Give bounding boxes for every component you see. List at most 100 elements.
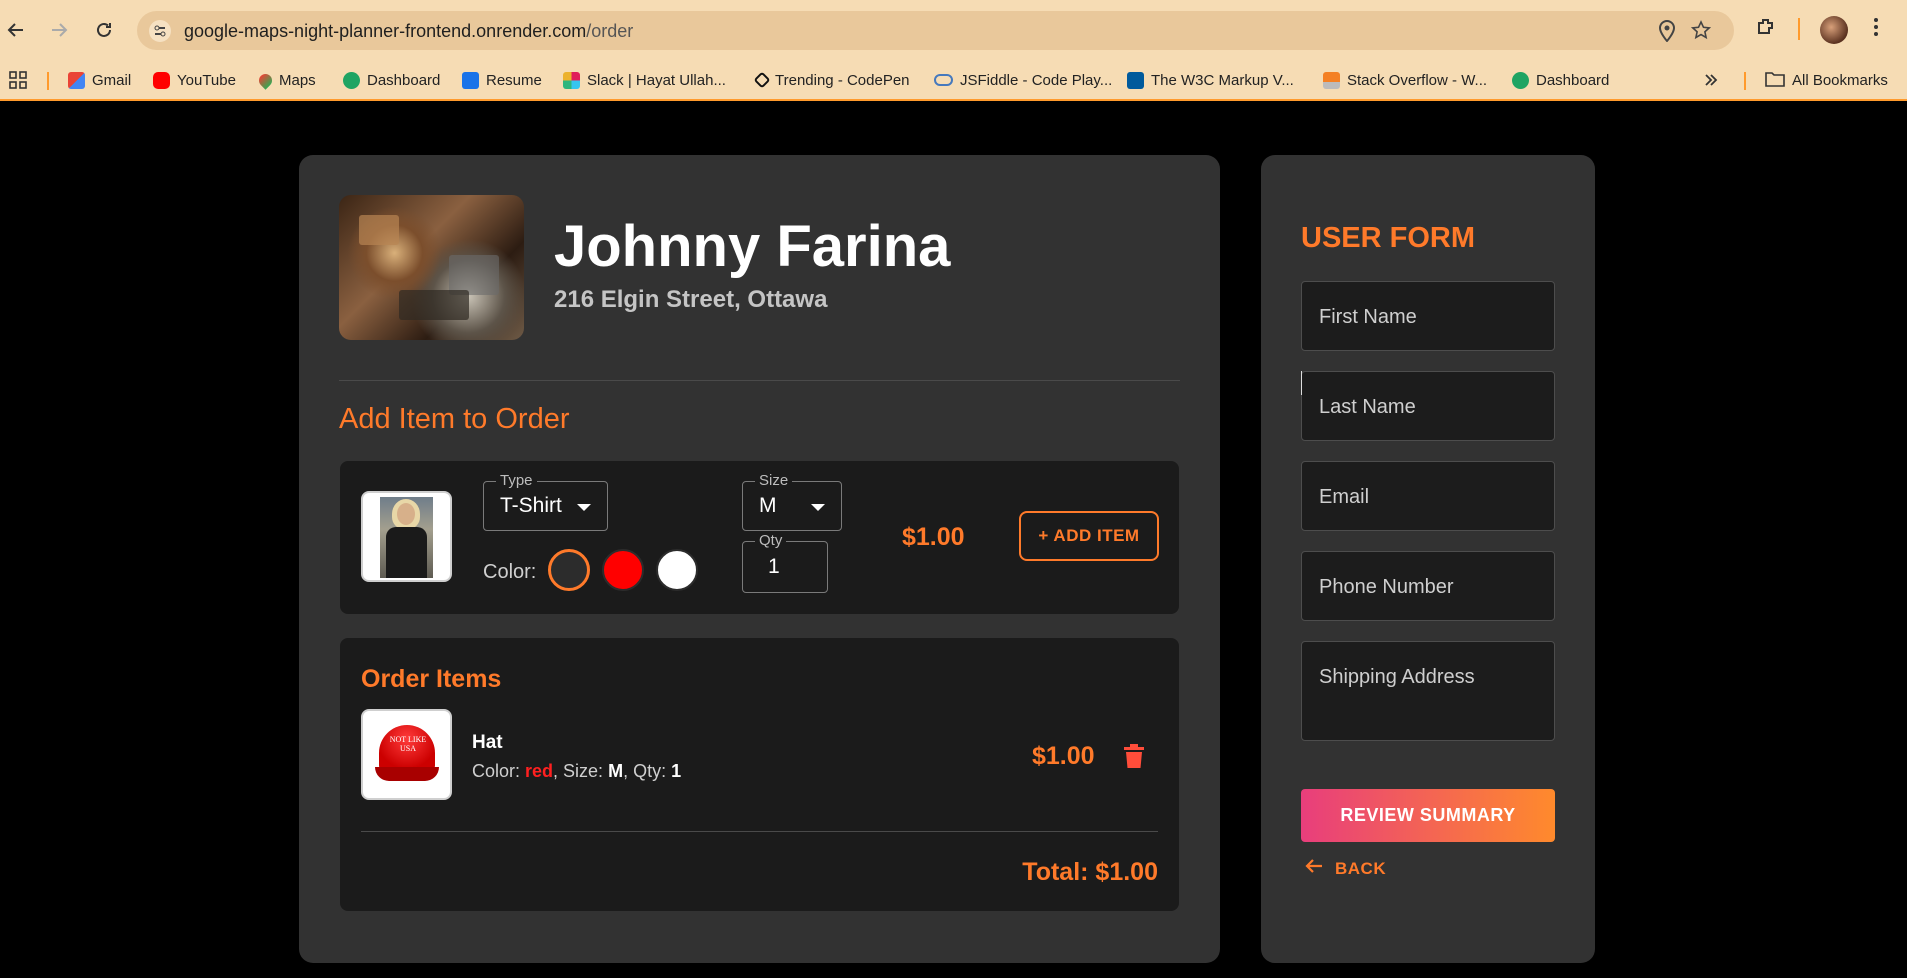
jsfiddle-cloud-icon — [934, 74, 953, 86]
bookmark-label: JSFiddle - Code Play... — [960, 71, 1113, 89]
dashboard-icon — [343, 71, 360, 89]
all-bookmarks[interactable]: All Bookmarks — [1765, 69, 1888, 91]
address-placeholder: Shipping Address — [1319, 666, 1475, 688]
url-path: /order — [586, 21, 634, 41]
bookmark-codepen[interactable]: Trending - CodePen — [753, 69, 910, 91]
first-name-field[interactable]: First Name — [1301, 281, 1555, 351]
bookmark-label: Gmail — [92, 71, 132, 89]
bookmark-jsfiddle[interactable]: JSFiddle - Code Play... — [934, 69, 1112, 91]
color-swatch-dark[interactable] — [548, 549, 590, 591]
shipping-address-field[interactable]: Shipping Address — [1301, 641, 1555, 741]
bookmark-divider — [47, 72, 49, 90]
color-swatch-red[interactable] — [602, 549, 644, 591]
user-form-title: USER FORM — [1301, 222, 1475, 254]
folder-icon — [1765, 70, 1785, 91]
store-address: 216 Elgin Street, Ottawa — [554, 286, 828, 313]
size-legend: Size — [755, 472, 793, 489]
w3c-icon — [1127, 71, 1144, 89]
size-value: M — [759, 494, 777, 517]
item-size-value: M — [608, 761, 624, 781]
size-select[interactable]: Size M — [742, 472, 842, 531]
bookmark-maps[interactable]: Maps — [256, 69, 316, 91]
review-summary-button[interactable]: REVIEW SUMMARY — [1301, 789, 1555, 842]
bookmark-label: YouTube — [177, 71, 236, 89]
color-label: Color: — [483, 561, 537, 583]
header-divider — [339, 380, 1180, 381]
bookmark-label: Maps — [279, 71, 316, 89]
url-text: google-maps-night-planner-frontend.onren… — [184, 21, 633, 42]
phone-field[interactable]: Phone Number — [1301, 551, 1555, 621]
bookmark-stackoverflow[interactable]: Stack Overflow - W... — [1323, 69, 1487, 91]
site-info-icon[interactable] — [149, 20, 171, 42]
bookmark-w3c[interactable]: The W3C Markup V... — [1127, 69, 1294, 91]
resume-icon — [462, 71, 479, 89]
bookmark-youtube[interactable]: YouTube — [153, 69, 236, 91]
menu-kebab-icon[interactable] — [1872, 16, 1880, 44]
browser-toolbar: google-maps-night-planner-frontend.onren… — [0, 0, 1907, 60]
order-item-price: $1.00 — [1032, 742, 1095, 770]
bookmark-slack[interactable]: Slack | Hayat Ullah... — [563, 69, 726, 91]
back-button[interactable]: BACK — [1305, 858, 1386, 879]
color-swatch-white[interactable] — [656, 549, 698, 591]
qty-prefix: , Qty: — [623, 761, 672, 781]
chevron-down-icon — [811, 504, 825, 511]
youtube-icon — [153, 71, 170, 89]
apps-grid-icon[interactable] — [9, 69, 27, 91]
tshirt-photo-detail — [397, 503, 415, 525]
order-divider — [361, 831, 1158, 832]
back-label: BACK — [1335, 858, 1387, 878]
delete-trash-icon[interactable] — [1124, 744, 1144, 768]
bookmark-label: Stack Overflow - W... — [1347, 71, 1488, 89]
extensions-icon[interactable] — [1755, 16, 1777, 44]
gmail-icon — [68, 71, 85, 89]
bookmark-star-icon[interactable] — [1690, 20, 1712, 42]
last-name-field[interactable]: Last Name — [1301, 371, 1555, 441]
back-arrow-icon[interactable] — [2, 16, 30, 44]
all-bookmarks-label: All Bookmarks — [1792, 71, 1888, 89]
page-content: Johnny Farina 216 Elgin Street, Ottawa A… — [0, 102, 1907, 978]
tshirt-photo-detail — [386, 527, 427, 578]
profile-avatar[interactable] — [1820, 16, 1848, 44]
chevron-down-icon — [577, 504, 591, 511]
add-item-button[interactable]: + ADD ITEM — [1019, 511, 1159, 561]
size-prefix: , Size: — [553, 761, 609, 781]
store-image-detail — [449, 255, 499, 295]
bookmark-gmail[interactable]: Gmail — [68, 69, 131, 91]
text-cursor — [1301, 371, 1302, 395]
tshirt-photo — [380, 497, 433, 578]
hat-image-detail — [375, 767, 439, 781]
arrow-left-icon — [1305, 858, 1323, 879]
bookmark-resume[interactable]: Resume — [462, 69, 542, 91]
store-image-detail — [399, 290, 469, 320]
address-bar[interactable]: google-maps-night-planner-frontend.onren… — [137, 11, 1734, 50]
store-image-detail — [359, 215, 399, 245]
order-item-thumbnail: NOT LIKE USA — [361, 709, 452, 800]
order-item-details: Color: red, Size: M, Qty: 1 — [472, 761, 681, 782]
store-name: Johnny Farina — [554, 214, 951, 279]
reload-icon[interactable] — [90, 16, 118, 44]
toolbar-divider — [1798, 18, 1800, 40]
qty-input[interactable]: Qty 1 — [742, 532, 828, 593]
user-form-card: USER FORM First Name Last Name Email Pho… — [1261, 155, 1595, 963]
store-image — [339, 195, 524, 340]
item-color-value: red — [525, 761, 554, 781]
phone-placeholder: Phone Number — [1319, 576, 1454, 598]
bookmark-divider — [1744, 72, 1746, 90]
order-card: Johnny Farina 216 Elgin Street, Ottawa A… — [299, 155, 1220, 963]
bookmark-dashboard-2[interactable]: Dashboard — [1512, 69, 1609, 91]
bookmark-label: Slack | Hayat Ullah... — [587, 71, 726, 89]
type-select[interactable]: Type T-Shirt — [483, 472, 608, 531]
email-field[interactable]: Email — [1301, 461, 1555, 531]
order-items-title: Order Items — [361, 665, 502, 693]
order-items-panel: Order Items NOT LIKE USA Hat Color: red,… — [340, 638, 1179, 911]
stackoverflow-icon — [1323, 71, 1340, 89]
bookmark-dashboard[interactable]: Dashboard — [343, 69, 440, 91]
more-bookmarks-chevron-icon[interactable] — [1703, 69, 1719, 91]
first-name-placeholder: First Name — [1319, 306, 1417, 328]
hat-print: NOT LIKE USA — [389, 735, 427, 753]
forward-arrow-icon[interactable] — [45, 16, 73, 44]
bookmark-label: Dashboard — [367, 71, 441, 89]
item-qty-value: 1 — [671, 761, 682, 781]
maps-pin-icon — [256, 70, 275, 90]
location-pin-icon[interactable] — [1656, 19, 1678, 43]
